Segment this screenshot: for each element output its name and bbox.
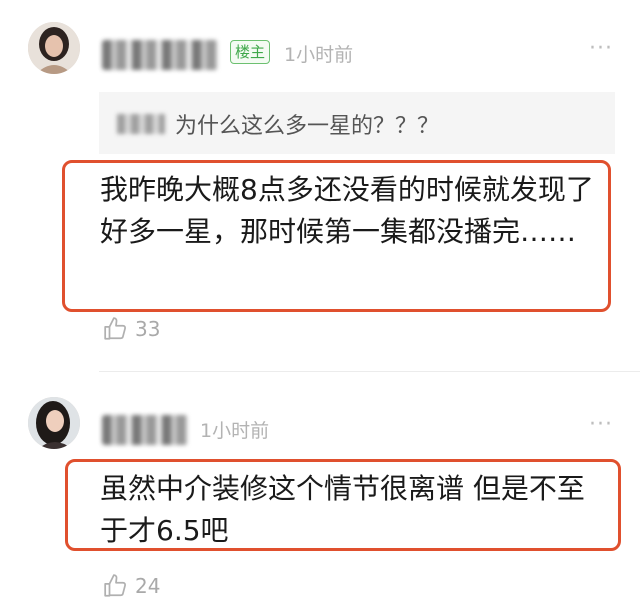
timestamp: 1小时前 <box>284 44 354 66</box>
avatar[interactable] <box>28 22 80 74</box>
username-redacted[interactable] <box>102 415 188 445</box>
quoted-text: 为什么这么多一星的？？？ <box>175 114 440 139</box>
like-count: 33 <box>135 317 161 341</box>
quoted-username-redacted <box>117 114 165 134</box>
avatar-woman-long-hair-icon <box>28 397 80 449</box>
username-redacted[interactable] <box>102 40 218 70</box>
avatar[interactable] <box>28 397 80 449</box>
avatar-woman-dark-hair-icon <box>28 22 80 74</box>
like-button[interactable]: 33 <box>103 316 160 342</box>
comment-text: 我昨晚大概8点多还没看的时候就发现了好多一星，那时候第一集都没播完…… <box>100 173 594 248</box>
more-icon[interactable]: ··· <box>589 36 613 61</box>
like-count: 24 <box>135 574 161 598</box>
thumbs-up-icon <box>104 574 127 597</box>
op-badge: 楼主 <box>230 40 271 64</box>
comment-text: 虽然中介装修这个情节很离谱 但是不至于才6.5吧 <box>100 472 585 547</box>
divider <box>99 371 640 372</box>
timestamp: 1小时前 <box>200 420 270 442</box>
more-icon[interactable]: ··· <box>589 412 613 437</box>
quoted-reply: 为什么这么多一星的？？？ <box>99 92 615 154</box>
like-button[interactable]: 24 <box>103 573 160 599</box>
thumbs-up-icon <box>104 317 127 340</box>
